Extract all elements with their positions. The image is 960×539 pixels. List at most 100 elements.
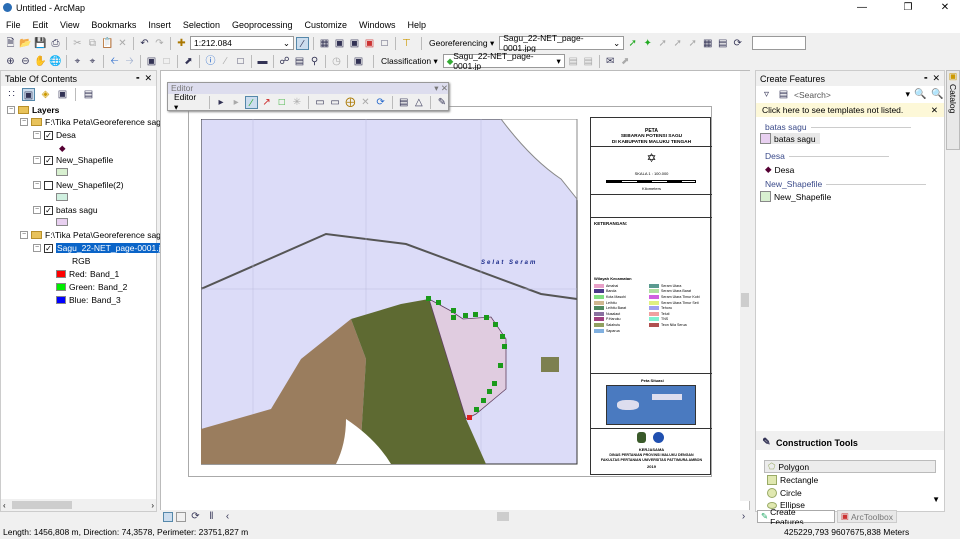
straight-segment-icon[interactable]: ∕ <box>245 96 258 109</box>
organize-templates-icon[interactable]: ▤ <box>777 88 790 101</box>
collapse-icon[interactable]: − <box>33 206 41 214</box>
zoom-to-link-icon[interactable]: ➚ <box>671 37 684 50</box>
editor-toolbar-icon[interactable]: ∕ <box>296 36 309 50</box>
menu-geoprocessing[interactable]: Geoprocessing <box>226 20 299 30</box>
forward-extent-icon[interactable]: 🡢 <box>123 55 136 68</box>
source-folder[interactable]: F:\Tika Peta\Georeference sag <box>45 117 161 127</box>
map-vertical-scrollbar[interactable] <box>740 71 750 501</box>
zoom-out-icon[interactable]: ⊖ <box>19 55 32 68</box>
menu-edit[interactable]: Edit <box>27 20 55 30</box>
layer-checkbox[interactable] <box>44 180 53 190</box>
collapse-icon[interactable]: − <box>33 131 41 139</box>
edit-tool-icon[interactable]: ▸ <box>215 96 227 109</box>
delete-icon[interactable]: ✕ <box>116 37 129 50</box>
time-slider-icon[interactable]: ◷ <box>330 55 343 68</box>
fixed-zoom-out-icon[interactable]: ⌖ <box>86 55 99 68</box>
select-elements-icon[interactable]: ⬈ <box>182 55 195 68</box>
catalog-icon[interactable]: ▣ <box>333 37 346 50</box>
menu-customize[interactable]: Customize <box>299 20 354 30</box>
add-control-points-icon[interactable]: ➚ <box>626 37 639 50</box>
table-icon[interactable]: ▦ <box>318 37 331 50</box>
endpoint-arc-icon[interactable]: ↗ <box>261 96 273 109</box>
rotate-icon[interactable]: ⟳ <box>731 37 744 50</box>
catalog-side-tab[interactable]: ▣ Catalog <box>946 70 960 150</box>
tool-polygon[interactable]: ⬠ Polygon <box>764 460 936 473</box>
pause-icon[interactable]: ‖ <box>205 510 218 523</box>
print-icon[interactable]: ⎙ <box>49 37 62 50</box>
scale-combo[interactable]: 1:212.084 ⌄ <box>190 36 294 50</box>
back-extent-icon[interactable]: 🡠 <box>108 55 121 68</box>
layer-checkbox[interactable]: ✓ <box>44 205 53 215</box>
split-icon[interactable]: ✕ <box>359 96 371 109</box>
find-icon[interactable]: ☍ <box>278 55 291 68</box>
select-link-icon[interactable]: ➚ <box>656 37 669 50</box>
menu-selection[interactable]: Selection <box>177 20 226 30</box>
collapse-icon[interactable]: − <box>33 156 41 164</box>
collapse-icon[interactable]: − <box>33 181 41 189</box>
modelbuilder-icon[interactable]: ⊤ <box>400 37 413 50</box>
edit-annotation-icon[interactable]: ▸ <box>230 96 242 109</box>
attributes-icon[interactable]: ▤ <box>398 96 410 109</box>
view-link-table-icon[interactable]: ▦ <box>701 37 714 50</box>
cf-pin-close-buttons[interactable]: ╸ ✕ <box>925 73 940 84</box>
go-to-xy-icon[interactable]: ⚲ <box>308 55 321 68</box>
measure-icon[interactable]: ▬ <box>256 55 269 68</box>
layer-checkbox[interactable]: ✓ <box>44 155 53 165</box>
identify-icon[interactable]: ⓘ <box>204 55 217 68</box>
python-icon[interactable]: □ <box>378 37 391 50</box>
training-sample-icon[interactable]: ▤ <box>567 55 580 68</box>
close-button[interactable]: ✕ <box>930 0 960 16</box>
layer-new-shapefile-2[interactable]: New_Shapefile(2) <box>56 180 124 190</box>
reshape-icon[interactable]: ▭ <box>329 96 341 109</box>
open-icon[interactable]: 📂 <box>19 37 32 50</box>
layer-checkbox[interactable]: ✓ <box>44 130 53 140</box>
layer-checkbox[interactable]: ✓ <box>44 243 53 253</box>
search-icon[interactable]: 🔍 <box>914 88 927 101</box>
source-folder-2[interactable]: F:\Tika Peta\Georeference sag <box>45 230 161 240</box>
notice-close-icon[interactable]: ✕ <box>931 105 938 116</box>
rotation-input[interactable] <box>752 36 807 50</box>
collapse-icon[interactable]: − <box>20 118 28 126</box>
layer-desa[interactable]: Desa <box>56 130 76 140</box>
tab-create-features[interactable]: ✎ Create Features <box>757 507 835 527</box>
layers-root[interactable]: Layers <box>32 105 59 115</box>
arctoolbox-icon[interactable]: ▣ <box>363 37 376 50</box>
layer-raster-selected[interactable]: Sagu_22-NET_page-0001.jp <box>56 243 167 253</box>
classification-menu[interactable]: Classification ▾ <box>378 56 441 67</box>
create-features-icon[interactable]: ✎ <box>436 96 448 109</box>
clear-search-icon[interactable]: 🔍 <box>931 88 944 101</box>
sketch-properties-icon[interactable]: △ <box>413 96 425 109</box>
cut-icon[interactable]: ✂ <box>71 37 84 50</box>
html-popup-icon[interactable]: □ <box>234 55 247 68</box>
cut-polygons-icon[interactable]: ⨁ <box>344 96 356 109</box>
paste-icon[interactable]: 📋 <box>101 37 114 50</box>
search-dropdown-icon[interactable]: ▾ <box>905 89 910 100</box>
new-icon[interactable]: 🗎 <box>4 37 17 50</box>
find-route-icon[interactable]: ▤ <box>293 55 306 68</box>
copy-icon[interactable]: ⧉ <box>86 37 99 50</box>
hyperlink-icon[interactable]: ∕ <box>219 55 232 68</box>
template-batas-sagu[interactable]: batas sagu <box>760 133 820 144</box>
pan-icon[interactable]: ✋ <box>34 55 47 68</box>
menu-bookmarks[interactable]: Bookmarks <box>85 20 142 30</box>
select-pointer-icon[interactable]: ⬈ <box>619 55 632 68</box>
georeferencing-menu[interactable]: Georeferencing ▾ <box>426 38 497 49</box>
clear-selection-icon[interactable]: □ <box>160 55 173 68</box>
undo-icon[interactable]: ↶ <box>138 37 151 50</box>
add-data-icon[interactable]: ✚ <box>175 37 188 50</box>
full-extent-icon[interactable]: 🌐 <box>49 55 62 68</box>
editor-close-button[interactable]: ▾ ✕ <box>434 83 448 94</box>
layout-view-icon[interactable] <box>176 511 186 522</box>
menu-file[interactable]: File <box>0 20 27 30</box>
redo-icon[interactable]: ↷ <box>153 37 166 50</box>
viewer-icon[interactable]: ▤ <box>716 37 729 50</box>
class-layer-combo[interactable]: ◆ Sagu_22-NET_page-0001.jp ▾ <box>442 51 565 71</box>
toc-horizontal-scrollbar[interactable]: ‹ › <box>1 499 156 511</box>
auto-registration-icon[interactable]: ✦ <box>641 37 654 50</box>
point-icon[interactable]: ✳ <box>291 96 303 109</box>
layer-new-shapefile[interactable]: New_Shapefile <box>56 155 113 165</box>
data-view-icon[interactable] <box>163 511 173 522</box>
toc-pin-close-buttons[interactable]: ╸ ✕ <box>137 73 152 84</box>
scroll-right-icon[interactable]: › <box>737 510 750 523</box>
tool-rectangle[interactable]: Rectangle <box>767 475 818 485</box>
